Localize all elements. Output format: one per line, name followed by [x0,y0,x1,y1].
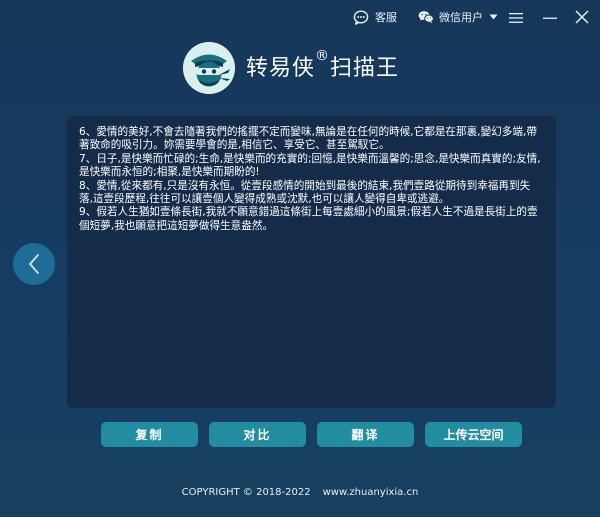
ocr-result-panel[interactable]: 6、愛情的美好,不會去隨著我們的搖擺不定而變味,無論是在任何的時候,它都是在那裏… [67,116,556,408]
caret-down-icon [489,14,498,20]
minimize-button[interactable] [543,9,557,27]
copyright-text: COPYRIGHT © 2018-2022 [181,487,311,498]
wechat-user-label: 微信用户 [439,11,483,24]
chevron-left-icon [29,254,39,274]
copy-button[interactable]: 复制 [101,422,198,447]
previous-page-button[interactable] [13,243,55,285]
title-bar: 客服 微信用户 [0,0,600,34]
action-bar: 复制 对比 翻译 上传云空间 [0,422,600,448]
app-title-name: 转易侠 [246,56,316,81]
wechat-icon [418,11,434,23]
menu-button[interactable] [509,9,523,27]
customer-service-button[interactable]: 客服 [353,8,397,26]
close-button[interactable] [575,8,589,26]
app-title: 转易侠®扫描王 [246,48,400,82]
chat-bubble-icon [353,9,369,25]
ninja-mascot-icon [183,42,235,94]
app-title-suffix: 扫描王 [330,56,400,81]
app-logo [183,42,235,94]
ocr-result-text[interactable]: 6、愛情的美好,不會去隨著我們的搖擺不定而變味,無論是在任何的時候,它都是在那裏… [79,126,544,233]
translate-button[interactable]: 翻译 [317,422,414,447]
minimize-icon [543,17,557,19]
hamburger-menu-icon [509,13,523,23]
website-link[interactable]: www.zhuanyixia.cn [323,487,419,498]
footer: COPYRIGHT © 2018-2022 www.zhuanyixia.cn [0,487,600,498]
close-icon [575,10,589,24]
compare-button[interactable]: 对比 [209,422,306,447]
registered-mark: ® [315,48,331,64]
upload-cloud-button[interactable]: 上传云空间 [425,422,522,447]
customer-service-label: 客服 [375,11,397,24]
wechat-user-menu[interactable]: 微信用户 [418,8,498,26]
